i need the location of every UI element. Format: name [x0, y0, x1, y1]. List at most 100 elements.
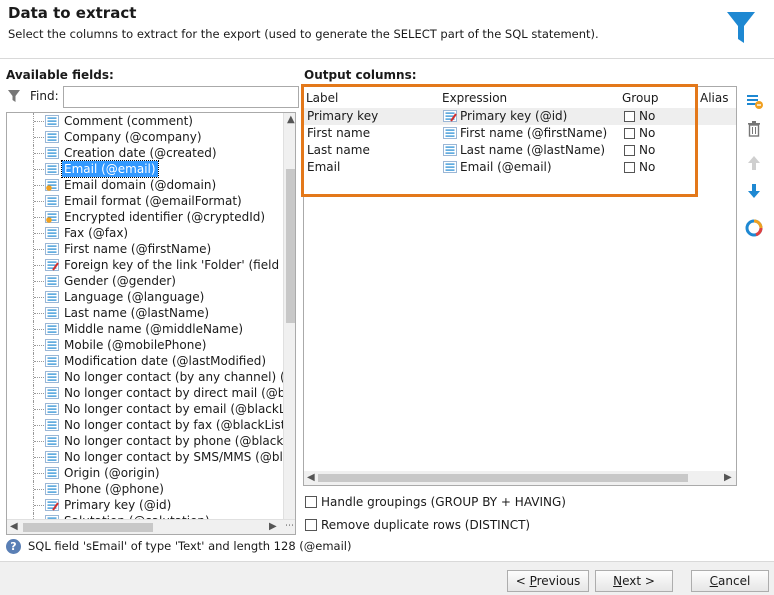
highlight-frame — [301, 84, 698, 197]
tree-item[interactable]: No longer contact by SMS/MMS (@blackl — [7, 449, 283, 465]
field-icon — [45, 275, 59, 287]
scroll-right-icon[interactable]: ▶ — [724, 473, 732, 483]
field-icon — [45, 435, 59, 447]
field-icon — [45, 419, 59, 431]
find-input[interactable] — [63, 86, 299, 108]
distinct-checkbox[interactable] — [305, 519, 317, 531]
status-text: SQL field 'sEmail' of type 'Text' and le… — [28, 539, 352, 553]
field-icon — [45, 227, 59, 239]
tree-item[interactable]: No longer contact (by any channel) (@bla — [7, 369, 283, 385]
tree-item[interactable]: No longer contact by direct mail (@black… — [7, 385, 283, 401]
field-icon — [45, 339, 59, 351]
scroll-right-icon[interactable]: ▶ — [269, 522, 277, 532]
scroll-left-icon[interactable]: ◀ — [307, 473, 315, 483]
cancel-rest: ancel — [718, 574, 751, 588]
field-icon — [45, 403, 59, 415]
available-fields-tree[interactable]: Comment (comment) Company (@company) Creat… — [6, 112, 296, 535]
add-column-button[interactable] — [742, 90, 766, 112]
tree-item[interactable]: Primary key (@id) — [7, 497, 283, 513]
find-label: Find: — [30, 89, 59, 103]
tree-options-icon[interactable]: ⋯ — [285, 521, 294, 531]
tree-connector — [33, 337, 44, 353]
tree-item-label: No longer contact by direct mail (@black… — [64, 386, 283, 400]
filter-icon — [8, 90, 20, 102]
tree-item-label: Origin (@origin) — [64, 466, 160, 480]
distinct-label: Remove duplicate rows (DISTINCT) — [321, 518, 531, 532]
tree-item-label: Comment (comment) — [64, 114, 193, 128]
tree-item[interactable]: Origin (@origin) — [7, 465, 283, 481]
groupings-checkbox[interactable] — [305, 496, 317, 508]
scroll-up-icon[interactable]: ▲ — [287, 115, 295, 125]
move-up-button[interactable] — [742, 152, 766, 174]
field-icon — [45, 323, 59, 335]
tree-item-label: Email (@email) — [61, 160, 159, 178]
field-icon — [45, 163, 59, 175]
tree-item-label: No longer contact by fax (@blackListFax) — [64, 418, 283, 432]
tree-item[interactable]: Comment (comment) — [7, 113, 283, 129]
field-icon — [45, 227, 59, 239]
field-icon — [45, 275, 59, 287]
tree-connector — [33, 433, 44, 449]
previous-button[interactable]: < Previous — [507, 570, 589, 592]
tree-vertical-thumb[interactable] — [286, 169, 295, 323]
field-icon — [45, 355, 59, 367]
tree-item[interactable]: Email format (@emailFormat) — [7, 193, 283, 209]
computed-field-icon — [45, 211, 59, 223]
tree-item[interactable]: Foreign key of the link 'Folder' (field … — [7, 257, 283, 273]
tree-item[interactable]: No longer contact by email (@blackListEr — [7, 401, 283, 417]
tree-item[interactable]: Fax (@fax) — [7, 225, 283, 241]
tree-horizontal-scrollbar[interactable]: ◀ ▶ ⋯ — [7, 519, 295, 534]
tree-item-label: No longer contact by SMS/MMS (@blackl — [64, 450, 283, 464]
tree-horizontal-thumb[interactable] — [23, 523, 153, 532]
tree-item[interactable]: Email domain (@domain) — [7, 177, 283, 193]
field-icon — [45, 467, 59, 479]
tree-item[interactable]: No longer contact by phone (@blackListP — [7, 433, 283, 449]
tree-item[interactable]: Modification date (@lastModified) — [7, 353, 283, 369]
output-horizontal-thumb[interactable] — [318, 474, 688, 482]
tree-item[interactable]: Company (@company) — [7, 129, 283, 145]
tree-item[interactable]: Creation date (@created) — [7, 145, 283, 161]
field-icon — [45, 291, 59, 303]
move-down-button[interactable] — [742, 180, 766, 202]
tree-item[interactable]: Gender (@gender) — [7, 273, 283, 289]
field-icon — [45, 371, 59, 383]
tree-item-label: Email domain (@domain) — [64, 178, 217, 192]
tree-item[interactable]: Mobile (@mobilePhone) — [7, 337, 283, 353]
key-field-icon — [45, 259, 59, 271]
tree-item[interactable]: Email (@email) — [7, 160, 283, 178]
tree-item[interactable]: Encrypted identifier (@cryptedId) — [7, 209, 283, 225]
header-divider — [0, 58, 774, 59]
next-button[interactable]: Next > — [595, 570, 673, 592]
available-fields-label: Available fields: — [6, 68, 114, 82]
tree-item-label: No longer contact (by any channel) (@bla — [64, 370, 283, 384]
tree-connector — [33, 321, 44, 337]
field-icon — [45, 115, 59, 127]
dialog-header: Data to extract Select the columns to ex… — [0, 0, 774, 58]
tree-item[interactable]: Language (@language) — [7, 289, 283, 305]
dialog-title: Data to extract — [8, 4, 137, 22]
tree-item[interactable]: No longer contact by fax (@blackListFax) — [7, 417, 283, 433]
cancel-mnemonic: C — [709, 574, 719, 588]
tree-vertical-scrollbar[interactable]: ▲ — [283, 113, 295, 519]
tree-item-label: Language (@language) — [64, 290, 205, 304]
tree-item[interactable]: First name (@firstName) — [7, 241, 283, 257]
output-horizontal-scrollbar[interactable]: ◀ ▶ — [304, 471, 736, 485]
funnel-icon — [727, 12, 755, 43]
scroll-left-icon[interactable]: ◀ — [10, 522, 18, 532]
tree-item[interactable]: Phone (@phone) — [7, 481, 283, 497]
tree-connector — [33, 449, 44, 465]
tree-item-label: Email format (@emailFormat) — [64, 194, 242, 208]
cancel-button[interactable]: Cancel — [691, 570, 769, 592]
tree-connector — [33, 257, 44, 273]
tree-item[interactable]: Middle name (@middleName) — [7, 321, 283, 337]
delete-column-button[interactable] — [742, 118, 766, 140]
key-field-icon — [45, 259, 59, 271]
column-header-alias[interactable]: Alias — [700, 91, 728, 105]
tree-item[interactable]: Last name (@lastName) — [7, 305, 283, 321]
tree-item-label: Fax (@fax) — [64, 226, 129, 240]
distribution-button[interactable] — [742, 216, 766, 238]
tree-connector — [33, 481, 44, 497]
tree-connector — [33, 417, 44, 433]
dialog-subtitle: Select the columns to extract for the ex… — [8, 27, 599, 41]
computed-field-icon — [45, 179, 59, 191]
